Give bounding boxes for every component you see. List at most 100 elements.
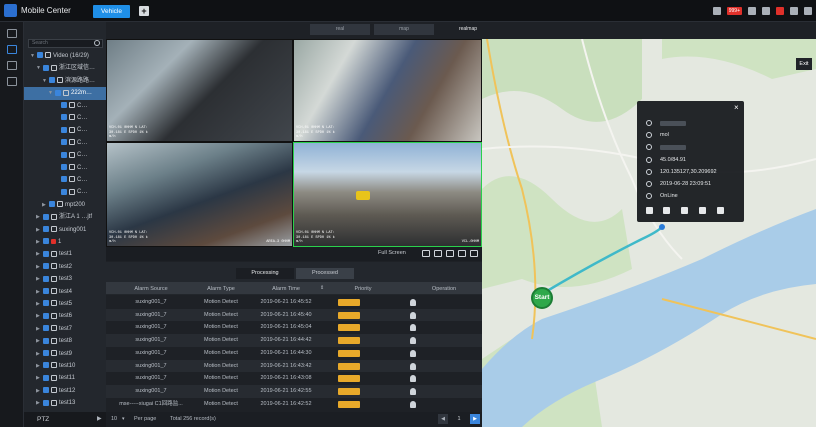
tree-expand-icon[interactable]: ▶: [42, 199, 47, 211]
tree-expand-icon[interactable]: ▼: [42, 75, 47, 87]
tree-checkbox[interactable]: [43, 300, 49, 307]
tree-expand-icon[interactable]: ▶: [36, 385, 41, 397]
tree-item[interactable]: C…: [24, 149, 106, 161]
tree-checkbox[interactable]: [43, 64, 49, 71]
video-play-icon[interactable]: [646, 207, 653, 214]
page-size-select[interactable]: 10: [111, 412, 117, 427]
tree-expand-icon[interactable]: ▶: [36, 261, 41, 273]
tab-vehicle[interactable]: Vehicle: [93, 5, 130, 18]
alarm-row[interactable]: suxing001_7 Motion Detect 2019-06-21 16:43…: [106, 372, 482, 385]
tree-item[interactable]: C…: [24, 112, 106, 124]
tree-item[interactable]: ▶ mpt200: [24, 199, 106, 211]
tree-item[interactable]: ▶ test3: [24, 273, 106, 285]
exit-button[interactable]: Exit: [796, 58, 812, 70]
chevron-down-icon[interactable]: ▾: [122, 412, 125, 427]
tree-item[interactable]: ▶ test2: [24, 261, 106, 273]
tree-expand-icon[interactable]: ▶: [36, 348, 41, 360]
tree-checkbox[interactable]: [37, 52, 43, 59]
playback-icon[interactable]: [699, 207, 706, 214]
layout-3x3-icon[interactable]: [446, 250, 454, 257]
tree-expand-icon[interactable]: ▶: [36, 211, 41, 223]
tree-item[interactable]: ▶ 1: [24, 236, 106, 248]
tree-checkbox[interactable]: [43, 399, 49, 406]
intercom-icon[interactable]: [681, 207, 688, 214]
sort-icon[interactable]: ⇕: [320, 285, 324, 291]
tree-checkbox[interactable]: [43, 387, 49, 394]
tree-expand-icon[interactable]: ▶: [36, 335, 41, 347]
tree-checkbox[interactable]: [61, 114, 67, 121]
process-alarm-icon[interactable]: [410, 375, 416, 383]
audio-icon[interactable]: [663, 207, 670, 214]
close-icon[interactable]: [804, 7, 812, 15]
tree-item[interactable]: ▶ 浙江A 1 …jtf: [24, 211, 106, 223]
process-alarm-icon[interactable]: [410, 387, 416, 395]
tree-checkbox[interactable]: [61, 164, 67, 171]
process-alarm-icon[interactable]: [410, 400, 416, 408]
process-alarm-icon[interactable]: [410, 337, 416, 345]
bell-icon[interactable]: [712, 7, 721, 15]
track-icon[interactable]: [717, 207, 724, 214]
edit-icon[interactable]: [7, 77, 17, 86]
tree-expand-icon[interactable]: ▶: [36, 310, 41, 322]
full-screen-button[interactable]: Full Screen: [378, 250, 406, 256]
tree-checkbox[interactable]: [61, 188, 67, 195]
list-icon[interactable]: [7, 29, 17, 38]
next-page-button[interactable]: ▶: [470, 414, 480, 424]
vehicle-icon[interactable]: [7, 61, 17, 70]
tree-item[interactable]: ▶ test4: [24, 286, 106, 298]
tree-item[interactable]: C…: [24, 162, 106, 174]
video-pane-3[interactable]: VCH-01 0HHM N LAT:30.181 E SPD0 1% km/h A…: [106, 142, 293, 247]
tree-checkbox[interactable]: [43, 312, 49, 319]
add-tab-button[interactable]: +: [139, 6, 149, 16]
ptz-panel[interactable]: PTZ: [24, 412, 106, 427]
tree-item[interactable]: ▶ test12: [24, 385, 106, 397]
page-number[interactable]: 1: [454, 414, 464, 424]
tab-processed[interactable]: Processed: [296, 268, 354, 279]
process-alarm-icon[interactable]: [410, 349, 416, 357]
process-alarm-icon[interactable]: [410, 299, 416, 306]
tree-checkbox[interactable]: [43, 325, 49, 332]
tree-item[interactable]: ▶ test7: [24, 323, 106, 335]
tab-real[interactable]: real: [310, 24, 370, 35]
tree-item[interactable]: ▶ test13: [24, 397, 106, 409]
tree-expand-icon[interactable]: ▼: [48, 87, 53, 99]
tree-item[interactable]: ▶ test11: [24, 372, 106, 384]
video-icon[interactable]: [7, 45, 17, 54]
tree-checkbox[interactable]: [43, 263, 49, 270]
tree-checkbox[interactable]: [43, 250, 49, 257]
close-icon[interactable]: ×: [734, 103, 739, 112]
tree-expand-icon[interactable]: ▶: [36, 248, 41, 260]
tree-expand-icon[interactable]: ▼: [36, 62, 41, 74]
tree-checkbox[interactable]: [55, 89, 61, 96]
layout-4x4-icon[interactable]: [458, 250, 466, 257]
alarm-row[interactable]: suxing001_7 Motion Detect 2019-06-21 16:42…: [106, 384, 482, 398]
tree-checkbox[interactable]: [43, 350, 49, 357]
alarm-row[interactable]: suxing001_7 Motion Detect 2019-06-21 16:45…: [106, 321, 482, 334]
tree-item[interactable]: ▶ test5: [24, 298, 106, 310]
tree-item[interactable]: ▼ Video (16/29): [24, 50, 106, 62]
ptz-expand-icon[interactable]: ▶: [97, 415, 102, 422]
layout-custom-icon[interactable]: [470, 250, 478, 257]
tree-item[interactable]: ▶ test6: [24, 310, 106, 322]
process-alarm-icon[interactable]: [410, 362, 416, 370]
layout-1x1-icon[interactable]: [422, 250, 430, 257]
gear-icon[interactable]: [762, 7, 770, 15]
process-alarm-icon[interactable]: [410, 324, 416, 332]
tree-item[interactable]: ▼ 滨源路路…: [24, 75, 106, 87]
tree-checkbox[interactable]: [43, 362, 49, 369]
tree-expand-icon[interactable]: ▶: [36, 372, 41, 384]
alarm-row[interactable]: suxing001_7 Motion Detect 2019-06-21 16:45…: [106, 308, 482, 322]
tree-checkbox[interactable]: [49, 201, 55, 208]
alarm-row[interactable]: suxing001_7 Motion Detect 2019-06-21 16:44…: [106, 334, 482, 347]
tab-realmap[interactable]: realmap: [438, 24, 498, 35]
tree-checkbox[interactable]: [61, 151, 67, 158]
tree-checkbox[interactable]: [43, 337, 49, 344]
tree-expand-icon[interactable]: ▶: [36, 224, 41, 236]
minimize-icon[interactable]: [790, 7, 798, 15]
tree-expand-icon[interactable]: ▶: [36, 323, 41, 335]
tree-item[interactable]: ▶ test1: [24, 248, 106, 260]
tree-checkbox[interactable]: [61, 102, 67, 109]
search-icon[interactable]: [94, 40, 100, 46]
tree-item[interactable]: ▶ test9: [24, 348, 106, 360]
tree-expand-icon[interactable]: ▶: [36, 273, 41, 285]
